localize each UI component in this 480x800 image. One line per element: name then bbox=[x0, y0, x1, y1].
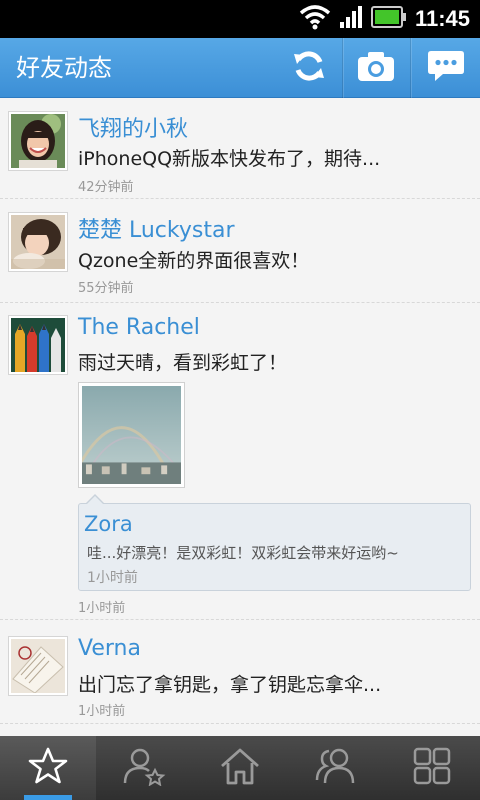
header-bar: 好友动态 bbox=[0, 38, 480, 98]
signal-icon bbox=[339, 5, 363, 33]
tab-my-profile[interactable] bbox=[96, 736, 192, 800]
tab-active-indicator bbox=[24, 795, 72, 800]
feed-list[interactable]: 飞翔的小秋 iPhoneQQ新版本快发布了，期待... 42分钟前 楚楚 Luc… bbox=[0, 99, 480, 736]
photo-thumbnail[interactable] bbox=[78, 382, 185, 488]
wifi-icon bbox=[299, 4, 331, 34]
user-name[interactable]: 楚楚 Luckystar bbox=[78, 212, 235, 244]
tab-apps[interactable] bbox=[384, 736, 480, 800]
camera-button[interactable] bbox=[342, 38, 408, 98]
message-button[interactable] bbox=[410, 38, 480, 98]
post-time: 55分钟前 bbox=[78, 281, 134, 296]
battery-icon bbox=[370, 6, 407, 32]
user-name[interactable]: Verna bbox=[78, 636, 141, 661]
avatar[interactable] bbox=[8, 636, 68, 696]
comment-author[interactable]: Zora bbox=[84, 512, 133, 536]
user-name[interactable]: 飞翔的小秋 bbox=[78, 111, 188, 143]
list-item[interactable]: 飞翔的小秋 iPhoneQQ新版本快发布了，期待... 42分钟前 bbox=[0, 99, 480, 199]
tab-favorites[interactable] bbox=[0, 736, 96, 800]
star-icon bbox=[28, 746, 68, 790]
status-bar: 11:45 bbox=[0, 0, 480, 38]
comment-time: 1小时前 bbox=[87, 570, 138, 586]
post-time: 1小时前 bbox=[78, 601, 126, 616]
list-item[interactable]: Verna 出门忘了拿钥匙，拿了钥匙忘拿伞... 1小时前 bbox=[0, 620, 480, 724]
list-item[interactable]: 楚楚 Luckystar Qzone全新的界面很喜欢！ 55分钟前 bbox=[0, 199, 480, 303]
post-time: 1小时前 bbox=[78, 704, 126, 719]
avatar[interactable] bbox=[8, 212, 68, 272]
avatar[interactable] bbox=[8, 111, 68, 171]
clock: 11:45 bbox=[414, 6, 470, 31]
refresh-icon bbox=[291, 48, 327, 88]
comment-notch-inner bbox=[86, 496, 104, 505]
post-text: iPhoneQQ新版本快发布了，期待... bbox=[78, 148, 381, 170]
refresh-button[interactable] bbox=[276, 38, 342, 98]
home-icon bbox=[219, 746, 261, 790]
camera-icon bbox=[357, 50, 395, 86]
post-time: 42分钟前 bbox=[78, 180, 134, 195]
user-name[interactable]: The Rachel bbox=[78, 315, 200, 340]
comment-box[interactable]: Zora 哇...好漂亮！是双彩虹！双彩虹会带来好运哟~ 1小时前 bbox=[78, 494, 471, 591]
user-star-icon bbox=[122, 746, 166, 790]
friends-icon bbox=[314, 746, 358, 790]
comment-text: 哇...好漂亮！是双彩虹！双彩虹会带来好运哟~ bbox=[87, 544, 399, 562]
bottom-tab-bar bbox=[0, 736, 480, 800]
post-text: 雨过天晴，看到彩虹了！ bbox=[78, 352, 288, 374]
tab-home[interactable] bbox=[192, 736, 288, 800]
avatar[interactable] bbox=[8, 315, 68, 375]
page-title: 好友动态 bbox=[16, 54, 112, 82]
tab-friends[interactable] bbox=[288, 736, 384, 800]
message-icon bbox=[427, 49, 465, 87]
post-text: Qzone全新的界面很喜欢！ bbox=[78, 250, 310, 272]
post-text: 出门忘了拿钥匙，拿了钥匙忘拿伞... bbox=[78, 674, 382, 696]
apps-grid-icon bbox=[412, 746, 452, 790]
